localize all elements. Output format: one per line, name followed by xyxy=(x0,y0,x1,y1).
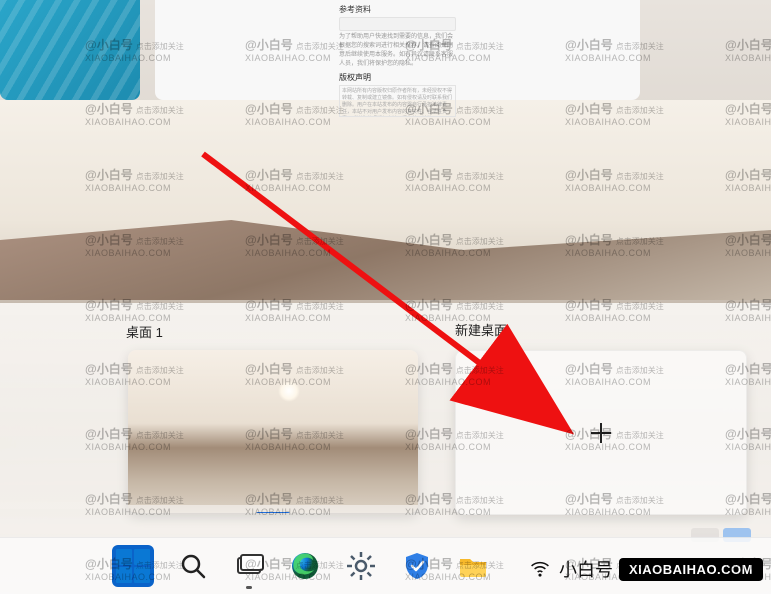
security-button[interactable] xyxy=(400,549,434,583)
file-explorer-button[interactable] xyxy=(456,549,490,583)
new-desktop-button[interactable] xyxy=(455,350,747,515)
search-button[interactable] xyxy=(176,549,210,583)
task-view-button[interactable] xyxy=(232,549,266,583)
taskview-window-thumb-right[interactable]: 参考资料 为了帮助用户快速找到需要的信息，我们会根据您的搜索词进行相关推荐，请查… xyxy=(155,0,640,100)
desktop-1-thumbnail[interactable] xyxy=(128,350,418,513)
source-badge: 小白号 XIAOBAIHAO.COM xyxy=(527,556,763,582)
desktop-active-indicator xyxy=(256,512,290,513)
shield-icon xyxy=(400,549,434,583)
plus-icon xyxy=(591,423,611,443)
desktop-1-label: 桌面 1 xyxy=(126,322,163,341)
badge-domain: XIAOBAIHAO.COM xyxy=(619,558,763,581)
edge-button[interactable] xyxy=(288,549,322,583)
form-section-label: 参考资料 xyxy=(339,4,456,15)
sun-icon xyxy=(278,380,300,402)
form-textarea xyxy=(339,17,456,31)
copyright-label: 版权声明 xyxy=(339,72,456,83)
desktop-1-preview xyxy=(128,350,418,513)
gear-icon xyxy=(344,549,378,583)
edge-icon xyxy=(288,549,322,583)
folder-icon xyxy=(456,549,490,583)
badge-text: 小白号 xyxy=(559,556,613,582)
start-button[interactable] xyxy=(112,545,154,587)
copyright-box: 本网站所有内容版权归原作者所有，未经授权不得转载、复制或建立镜像。如有侵权请及时… xyxy=(339,85,456,117)
settings-button[interactable] xyxy=(344,549,378,583)
taskview-window-thumb-left[interactable] xyxy=(0,0,140,100)
task-view-icon xyxy=(232,549,266,583)
search-icon xyxy=(176,549,210,583)
wifi-icon xyxy=(527,556,553,582)
form-fineprint: 为了帮助用户快速找到需要的信息，我们会根据您的搜索词进行相关推荐，请查阅并同意后… xyxy=(339,33,456,69)
new-desktop-label: 新建桌面 xyxy=(455,320,507,339)
